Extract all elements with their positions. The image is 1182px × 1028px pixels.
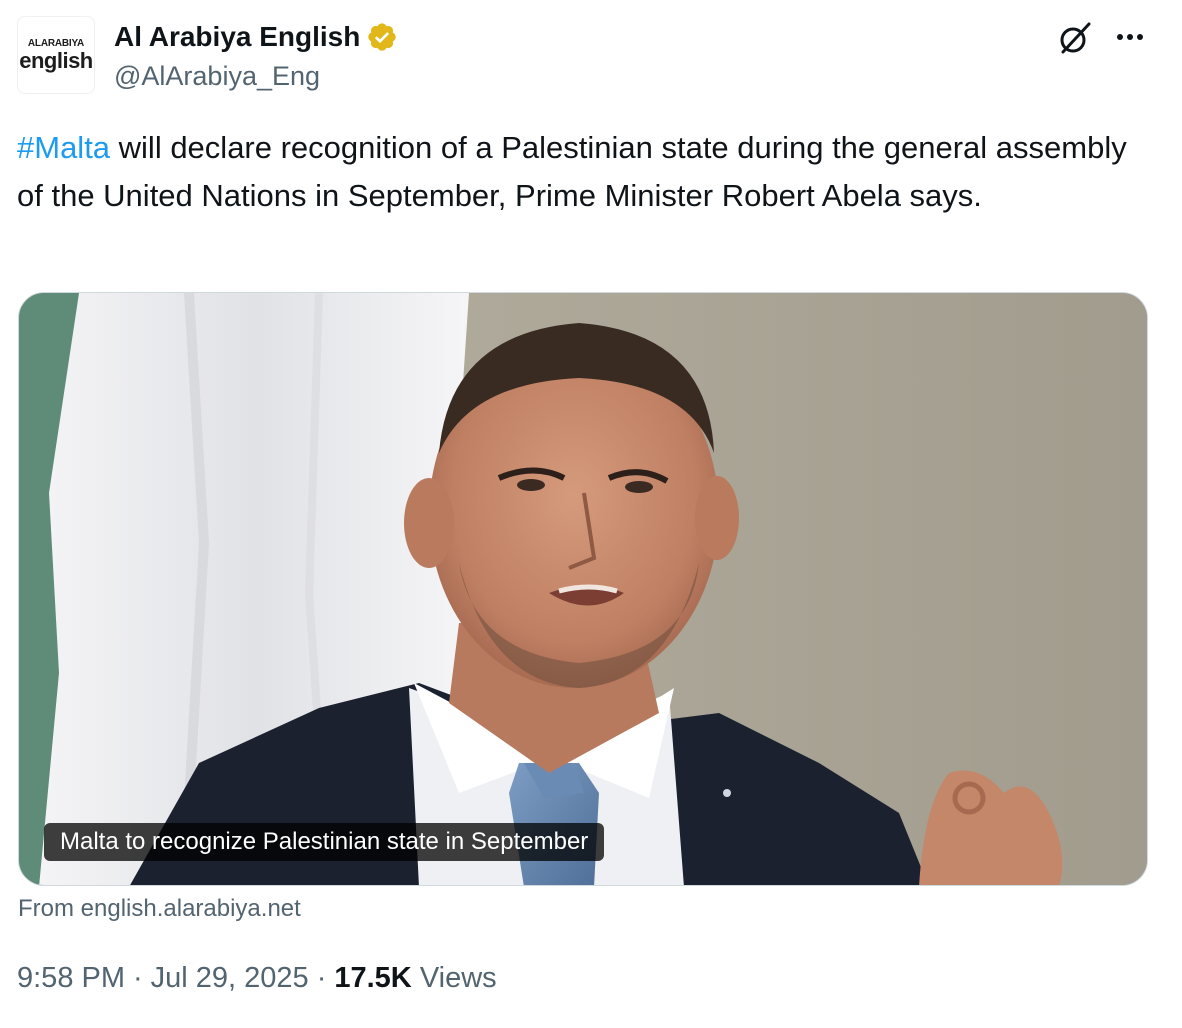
media-caption: Malta to recognize Palestinian state in …: [44, 823, 605, 861]
display-name-row: Al Arabiya English: [114, 18, 398, 56]
tweet-body-text: will declare recognition of a Palestinia…: [17, 130, 1127, 213]
views-label: Views: [419, 962, 497, 994]
meta-separator: ·: [316, 962, 327, 994]
tweet-meta: 9:58 PM · Jul 29, 2025 · 17.5K Views: [17, 962, 497, 995]
tweet-date[interactable]: Jul 29, 2025: [151, 962, 309, 994]
avatar-logo-bottom: english: [19, 48, 93, 73]
avatar[interactable]: ALARABIYA english: [17, 16, 95, 94]
tweet-time[interactable]: 9:58 PM: [17, 962, 125, 994]
article-photo: [19, 293, 1147, 885]
account-handle[interactable]: @AlArabiya_Eng: [114, 61, 320, 92]
meta-separator: ·: [133, 962, 143, 994]
verified-badge-icon[interactable]: [366, 21, 398, 53]
views-count: 17.5K: [334, 962, 412, 994]
display-name[interactable]: Al Arabiya English: [114, 21, 360, 53]
more-dots-icon[interactable]: [1110, 22, 1150, 52]
hashtag-link[interactable]: #Malta: [17, 130, 110, 165]
source-link[interactable]: From english.alarabiya.net: [18, 895, 301, 923]
tweet-text: #Malta will declare recognition of a Pal…: [17, 124, 1157, 220]
grok-icon[interactable]: [1055, 18, 1095, 58]
tweet: ALARABIYA english Al Arabiya English @Al…: [0, 0, 1182, 1028]
link-card-image[interactable]: Malta to recognize Palestinian state in …: [18, 292, 1148, 886]
